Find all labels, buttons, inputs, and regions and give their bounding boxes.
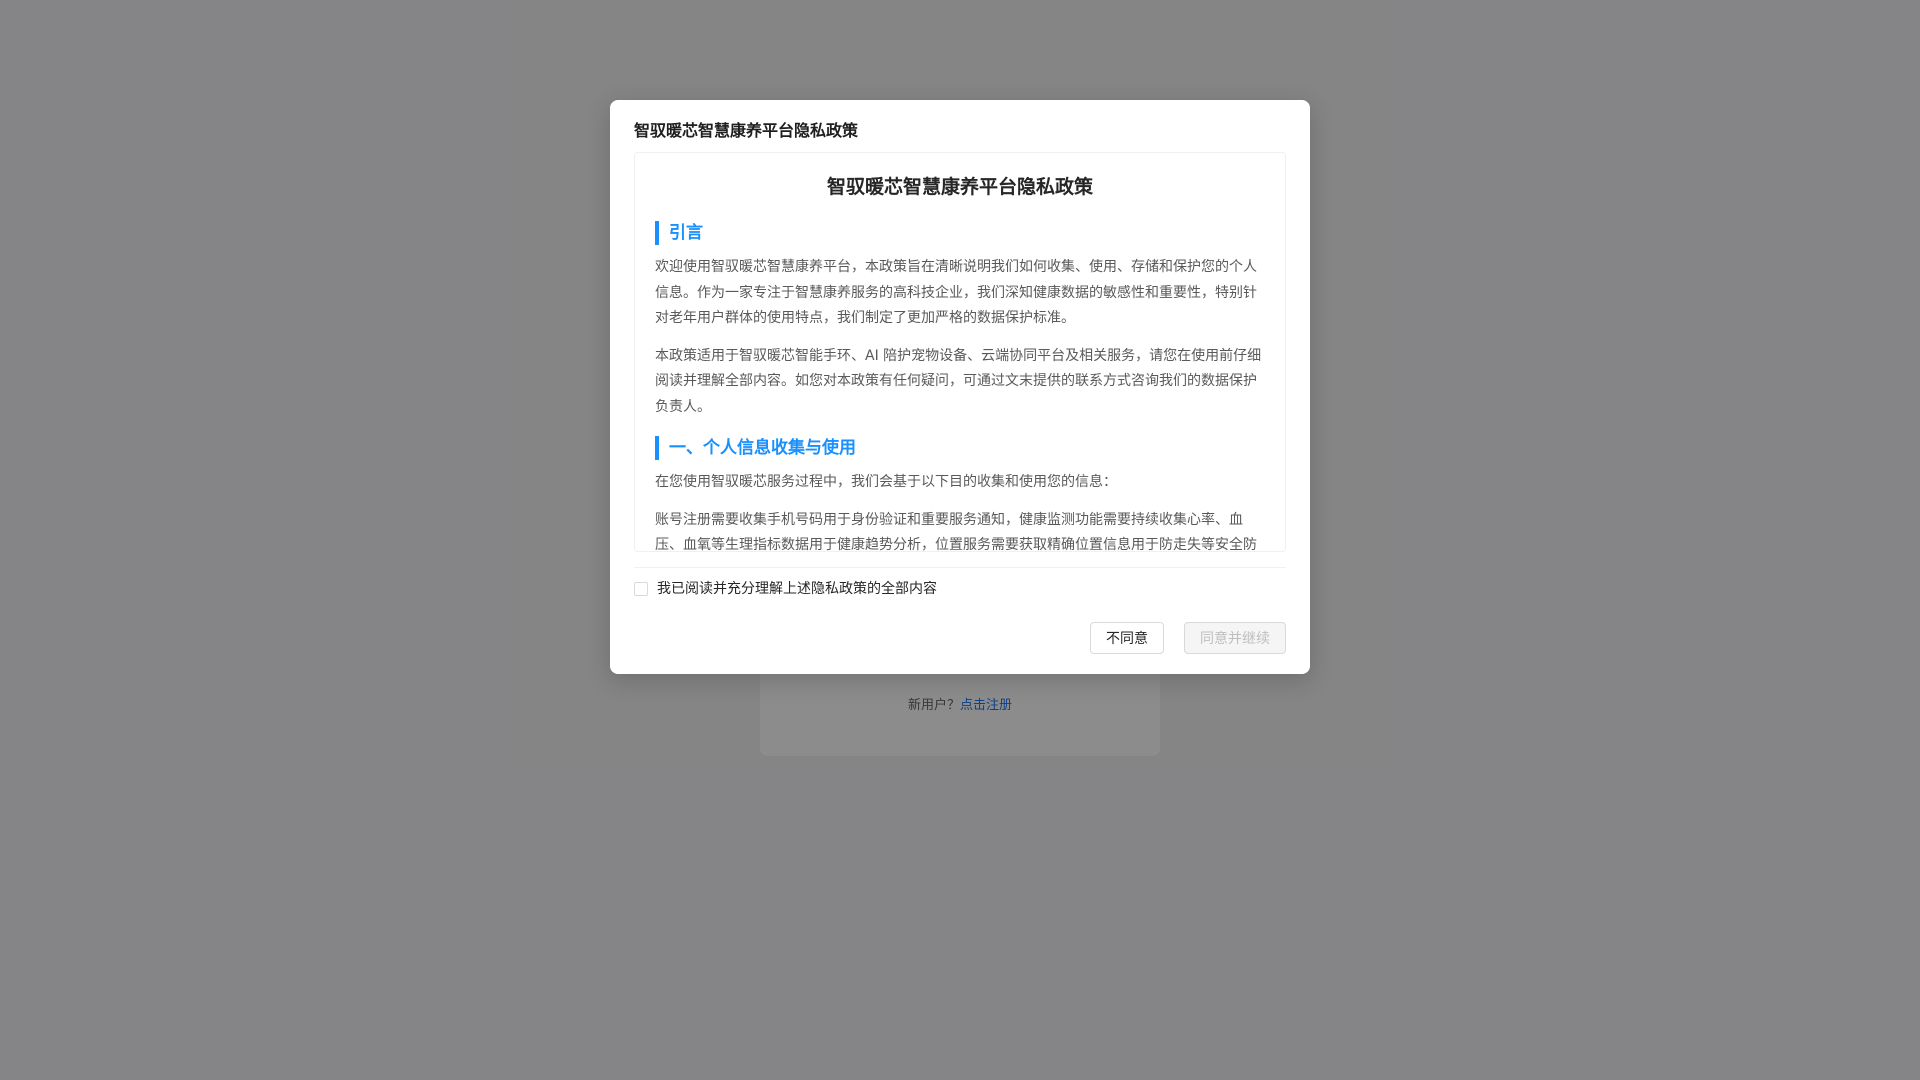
policy-paragraph: 账号注册需要收集手机号码用于身份验证和重要服务通知，健康监测功能需要持续收集心率…	[655, 511, 1257, 552]
policy-paragraph: 欢迎使用智驭暖芯智慧康养平台，本政策旨在清晰说明我们如何收集、使用、存储和保护您…	[655, 259, 1257, 326]
agree-continue-button[interactable]: 同意并继续	[1184, 622, 1286, 654]
section-title-intro: 引言	[655, 221, 1265, 245]
policy-paragraph: 在您使用智驭暖芯服务过程中，我们会基于以下目的收集和使用您的信息：	[655, 474, 1117, 490]
policy-paragraph: 本政策适用于智驭暖芯智能手环、AI 陪护宠物设备、云端协同平台及相关服务，请您在…	[655, 347, 1262, 415]
section-title-collection: 一、个人信息收集与使用	[655, 436, 1265, 460]
divider	[634, 567, 1286, 568]
agree-checkbox-row[interactable]: 我已阅读并充分理解上述隐私政策的全部内容	[634, 578, 937, 600]
privacy-policy-modal: 智驭暖芯智慧康养平台隐私政策 智驭暖芯智慧康养平台隐私政策 引言 欢迎使用智驭暖…	[610, 100, 1310, 674]
policy-content-scroll[interactable]: 智驭暖芯智慧康养平台隐私政策 引言 欢迎使用智驭暖芯智慧康养平台，本政策旨在清晰…	[634, 152, 1286, 552]
agree-checkbox[interactable]	[634, 582, 648, 596]
modal-title: 智驭暖芯智慧康养平台隐私政策	[634, 121, 859, 140]
policy-heading: 智驭暖芯智慧康养平台隐私政策	[826, 176, 1093, 198]
disagree-button[interactable]: 不同意	[1090, 622, 1164, 654]
agree-checkbox-label[interactable]: 我已阅读并充分理解上述隐私政策的全部内容	[657, 578, 937, 600]
